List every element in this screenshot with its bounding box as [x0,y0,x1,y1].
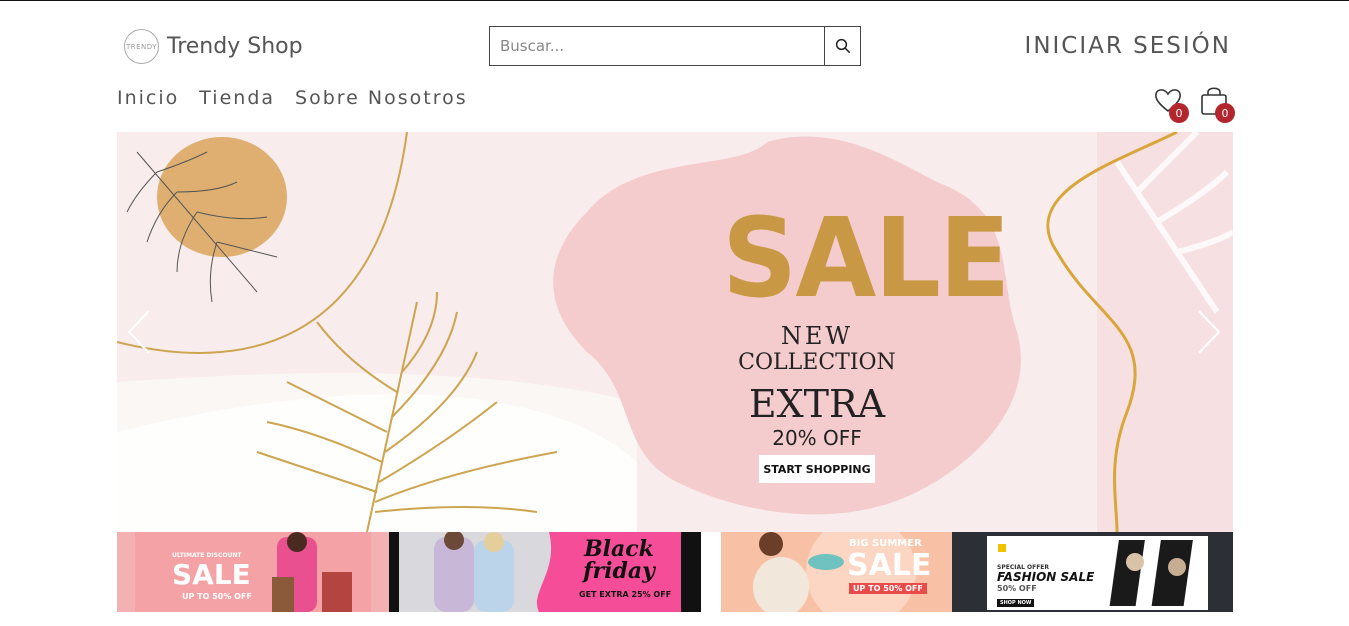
header-icons: 0 0 [1153,85,1235,123]
nav-item-sobre-nosotros[interactable]: Sobre Nosotros [295,87,468,109]
search-icon [835,38,850,54]
hero-line-discount: 20% OFF [772,426,862,450]
hero-line-extra: EXTRA [748,382,886,426]
thumbnail-2-title: Black friday [583,536,655,584]
site-header: TRENDY Trendy Shop INICIAR SESIÓN Inicio… [0,1,1349,131]
logo-mark: TRENDY [124,29,159,64]
thumbnail-1-art [117,532,389,612]
brand-name: Trendy Shop [167,34,303,59]
thumbnail-2-subtitle: GET EXTRA 25% OFF [579,590,672,599]
hero-line-new: NEW [780,322,854,350]
nav-item-inicio[interactable]: Inicio [117,87,179,109]
start-shopping-button[interactable]: START SHOPPING [759,455,875,483]
hero-sale-title: SALE [722,194,1010,322]
thumbnail-3[interactable]: BIG SUMMER SALE UP TO 50% OFF [701,532,952,612]
thumbnail-3-subtitle: UP TO 50% OFF [849,583,927,594]
search-input[interactable] [490,27,824,65]
wishlist-count-badge: 0 [1169,103,1189,123]
hero-carousel[interactable]: SALE NEW COLLECTION EXTRA 20% OFF START … [117,132,1233,532]
hero-background-art [117,132,1233,532]
thumbnail-4-cta[interactable]: SHOP NOW [997,599,1035,607]
main-nav: Inicio Tienda Sobre Nosotros [117,87,468,109]
search-button[interactable] [824,27,860,65]
logo[interactable]: TRENDY Trendy Shop [124,29,303,64]
hero-line-collection: COLLECTION [738,350,896,375]
carousel-next-arrow[interactable] [1195,307,1223,357]
cart-count-badge: 0 [1215,103,1235,123]
carousel-prev-arrow[interactable] [125,307,153,357]
search-bar [489,26,861,66]
thumbnail-1-title: SALE [172,558,251,591]
thumbnail-4-subtitle: 50% OFF [997,584,1037,593]
carousel-thumbnails: ULTIMATE DISCOUNT SALE UP TO 50% OFF Bla… [117,532,1233,612]
thumbnail-1[interactable]: ULTIMATE DISCOUNT SALE UP TO 50% OFF [117,532,389,612]
login-link[interactable]: INICIAR SESIÓN [1025,33,1231,59]
thumbnail-2[interactable]: Black friday GET EXTRA 25% OFF [389,532,701,612]
thumbnail-4-title: FASHION SALE [997,570,1095,584]
thumbnail-1-subtitle: UP TO 50% OFF [182,592,252,601]
wishlist-button[interactable]: 0 [1153,85,1189,123]
cart-button[interactable]: 0 [1199,85,1235,123]
nav-item-tienda[interactable]: Tienda [199,87,275,109]
thumbnail-4[interactable]: SPECIAL OFFER FASHION SALE 50% OFF SHOP … [952,532,1233,612]
thumbnail-3-title: SALE [847,548,932,583]
